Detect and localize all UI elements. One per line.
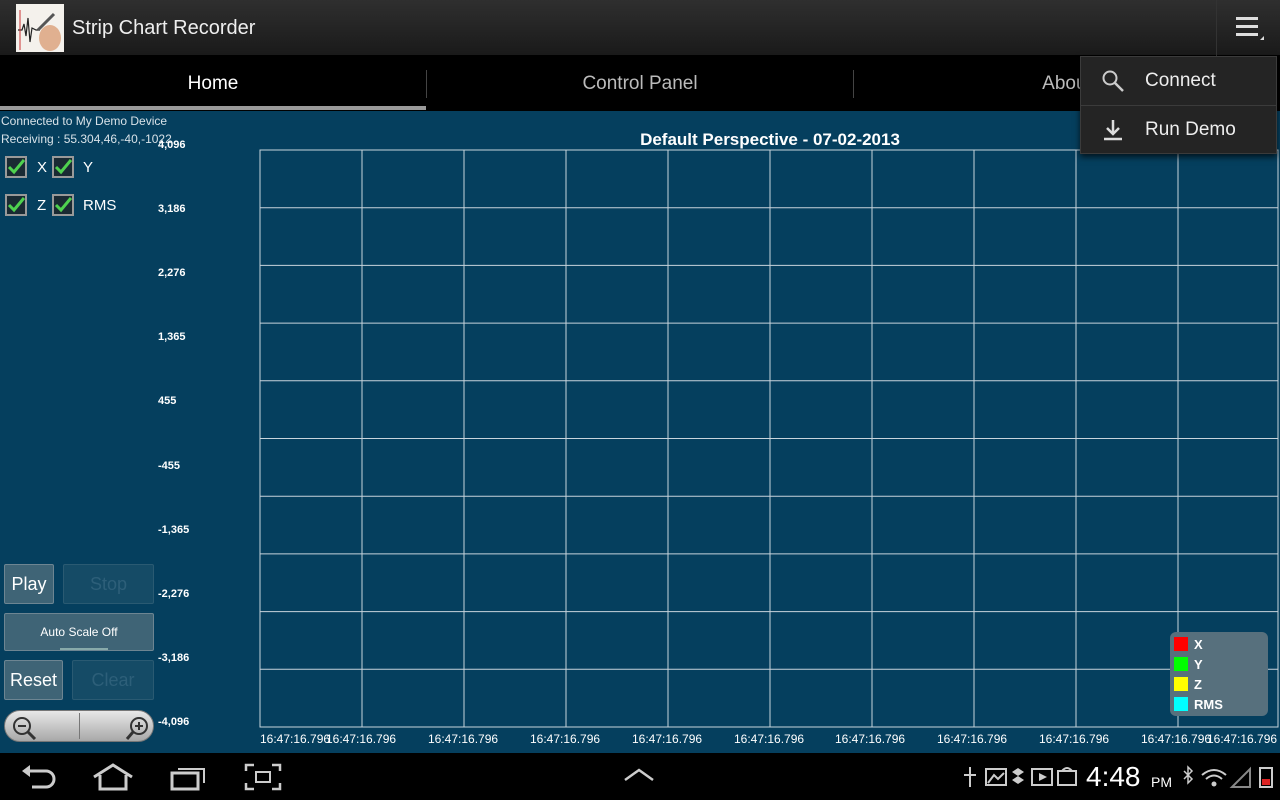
recent-apps-icon[interactable] [168, 763, 208, 791]
overflow-popup-menu: Connect Run Demo [1080, 56, 1277, 154]
legend-item-x: X [1174, 635, 1203, 653]
legend-swatch [1174, 637, 1188, 651]
y-tick-label: -1,365 [158, 524, 190, 536]
notification-icons[interactable] [960, 765, 1080, 789]
x-tick-label: 16:47:16.796 [937, 732, 1008, 746]
legend-swatch [1174, 677, 1188, 691]
legend-item-y: Y [1174, 655, 1203, 673]
menu-item-label: Run Demo [1145, 119, 1236, 140]
chevron-up-icon[interactable] [622, 767, 656, 783]
legend-item-z: Z [1174, 675, 1202, 693]
legend-label: RMS [1194, 696, 1223, 712]
y-tick-label: -455 [158, 460, 181, 472]
download-icon [1081, 106, 1145, 154]
back-icon[interactable] [20, 763, 58, 791]
x-tick-label: 16:47:16.796 [632, 732, 703, 746]
chart-legend: X Y Z RMS [1170, 632, 1268, 716]
x-tick-label: 16:47:16.796 [260, 732, 331, 746]
y-tick-label: 1,365 [158, 331, 186, 343]
y-tick-label: -3,186 [158, 652, 190, 664]
legend-swatch [1174, 657, 1188, 671]
status-icons [1183, 765, 1273, 788]
clock-ampm: PM [1151, 774, 1172, 790]
x-tick-label: 16:47:16.796 [428, 732, 499, 746]
menu-item-label: Connect [1145, 70, 1216, 91]
x-tick-label: 16:47:16.796 [1141, 732, 1212, 746]
y-tick-label: -4,096 [158, 716, 190, 728]
legend-item-rms: RMS [1174, 695, 1223, 713]
x-tick-label: 16:47:16.796 [1207, 732, 1278, 746]
y-tick-label: 4,096 [158, 139, 186, 151]
search-icon [1081, 57, 1145, 105]
y-tick-label: 3,186 [158, 203, 186, 215]
x-tick-label: 16:47:16.796 [530, 732, 601, 746]
x-tick-label: 16:47:16.796 [326, 732, 397, 746]
legend-label: X [1194, 636, 1203, 652]
legend-label: Z [1194, 676, 1202, 692]
x-tick-label: 16:47:16.796 [734, 732, 805, 746]
menu-item-run-demo[interactable]: Run Demo [1081, 106, 1276, 154]
y-tick-label: 2,276 [158, 267, 186, 279]
x-tick-label: 16:47:16.796 [1039, 732, 1110, 746]
legend-swatch [1174, 697, 1188, 711]
menu-item-connect[interactable]: Connect [1081, 57, 1276, 105]
clock-time: 4:48 [1086, 761, 1141, 792]
screenshot-icon[interactable] [244, 763, 282, 791]
y-tick-label: -2,276 [158, 588, 190, 600]
home-icon[interactable] [92, 763, 134, 791]
y-tick-label: 455 [158, 395, 177, 407]
legend-label: Y [1194, 656, 1203, 672]
x-tick-label: 16:47:16.796 [835, 732, 906, 746]
